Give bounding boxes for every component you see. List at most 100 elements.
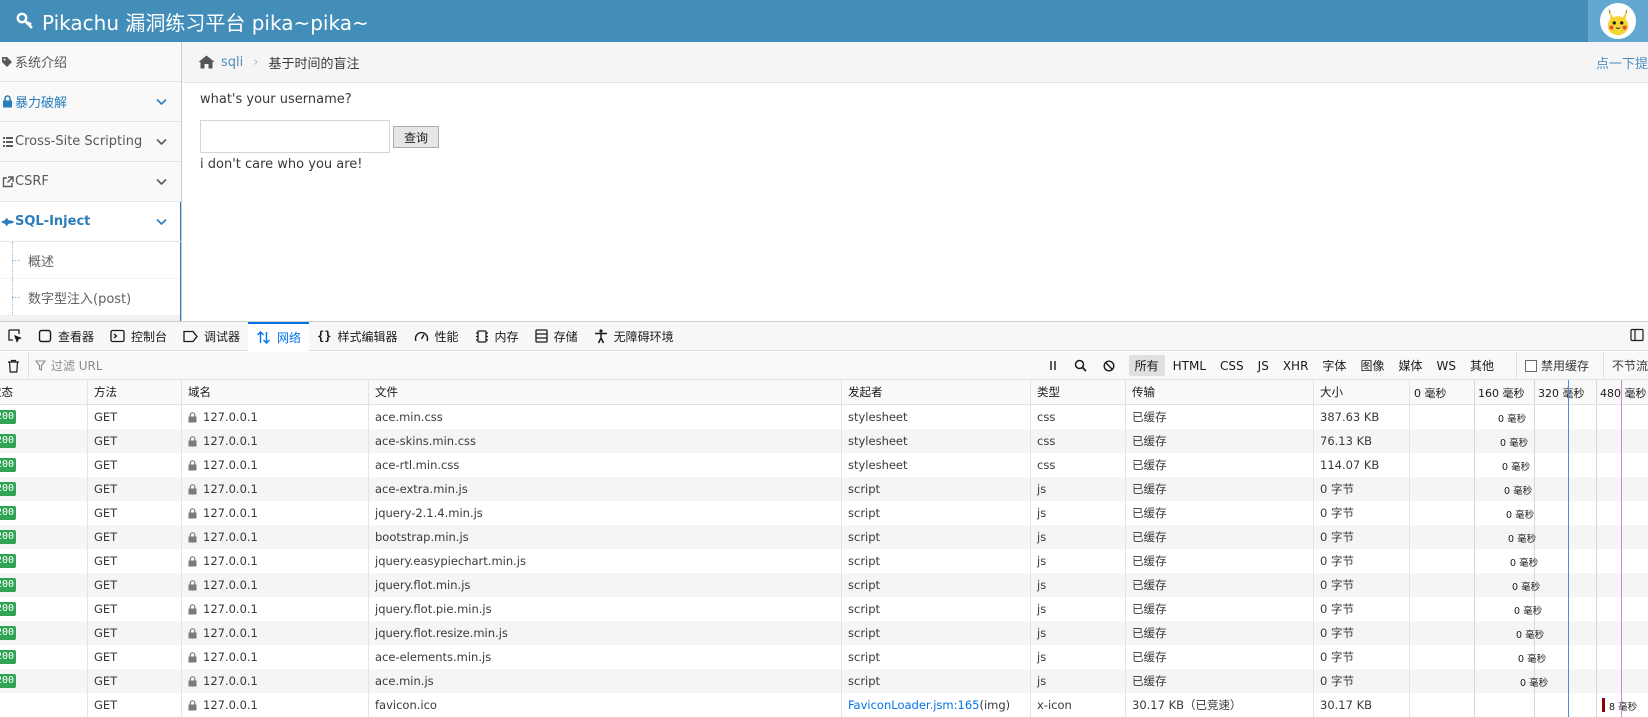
sidebar-subitem-numeric-post[interactable]: 数字型注入(post) [0, 279, 181, 316]
cell-domain: 127.0.0.1 [181, 525, 374, 549]
initiator-text: script [848, 506, 881, 520]
column-file[interactable]: 文件 [368, 380, 846, 404]
table-row[interactable]: 200 GET 127.0.0.1 ace.min.css stylesheet css 已… [0, 405, 1648, 429]
hint-link[interactable]: 点一下提 [1596, 53, 1648, 72]
column-domain[interactable]: 域名 [181, 380, 374, 404]
tab-inspector[interactable]: 查看器 [30, 322, 102, 351]
table-row[interactable]: GET 127.0.0.1 favicon.ico FaviconLoader.jsm… [0, 693, 1648, 717]
table-row[interactable]: 200 GET 127.0.0.1 jquery.flot.min.js script j… [0, 573, 1648, 597]
initiator-text: stylesheet [848, 410, 908, 424]
cell-size: 0 字节 [1313, 573, 1409, 597]
cell-status: 200 [0, 645, 87, 669]
home-icon[interactable] [198, 55, 215, 69]
tab-debugger[interactable]: 调试器 [175, 322, 248, 351]
table-row[interactable]: 200 GET 127.0.0.1 ace-elements.min.js script… [0, 645, 1648, 669]
column-size[interactable]: 大小 [1313, 380, 1409, 404]
table-row[interactable]: 200 GET 127.0.0.1 ace-rtl.min.css stylesheet… [0, 453, 1648, 477]
cell-domain: 127.0.0.1 [181, 405, 374, 429]
breadcrumb-link-sqli[interactable]: sqli [221, 55, 243, 70]
tab-console[interactable]: 控制台 [102, 322, 175, 351]
cell-file: jquery.flot.min.js [368, 573, 846, 597]
search-icon[interactable] [1067, 359, 1095, 372]
status-badge: 200 [0, 554, 17, 568]
method-text: GET [94, 650, 118, 664]
sidebar: 系统介绍 暴力破解 Cross-Site Scripting CSRF SQL-… [0, 42, 182, 321]
method-text: GET [94, 410, 118, 424]
cell-file: jquery.easypiechart.min.js [368, 549, 846, 573]
type-filter-ws[interactable]: WS [1430, 357, 1461, 375]
type-filter-fonts[interactable]: 字体 [1316, 355, 1352, 376]
table-row[interactable]: 200 GET 127.0.0.1 jquery-2.1.4.min.js script… [0, 501, 1648, 525]
key-icon [16, 12, 34, 30]
method-text: GET [94, 674, 118, 688]
tab-storage[interactable]: 存储 [527, 322, 586, 351]
dock-side-icon[interactable] [1630, 328, 1644, 345]
column-status[interactable]: 状态 [0, 380, 87, 404]
disable-cache-checkbox[interactable] [1524, 359, 1537, 372]
table-row[interactable]: 200 GET 127.0.0.1 jquery.easypiechart.min.j… [0, 549, 1648, 573]
throttling-select[interactable]: 不节流 [1602, 351, 1648, 380]
trash-icon[interactable] [0, 351, 29, 380]
tab-label: 无障碍环境 [613, 329, 674, 344]
waterfall-tick-line [1534, 405, 1535, 429]
tab-accessibility[interactable]: 无障碍环境 [586, 322, 682, 351]
table-header: 状态 方法 域名 文件 发起者 类型 传输 大小 0 毫秒 160 毫秒 320… [0, 380, 1648, 405]
type-filter-js[interactable]: JS [1252, 357, 1275, 375]
breadcrumb-current: 基于时间的盲注 [268, 56, 360, 72]
waterfall-time: 0 毫秒 [1500, 438, 1529, 449]
column-initiator[interactable]: 发起者 [841, 380, 1031, 404]
cell-status: 200 [0, 525, 87, 549]
brand[interactable]: Pikachu 漏洞练习平台 pika~pika~ [16, 0, 369, 42]
table-row[interactable]: 200 GET 127.0.0.1 jquery.flot.resize.min.js… [0, 621, 1648, 645]
sidebar-item-csrf[interactable]: CSRF [0, 162, 181, 202]
cell-waterfall: 8 毫秒 [1409, 693, 1648, 717]
table-row[interactable]: 200 GET 127.0.0.1 ace.min.js script js 已缓存 0 字节… [0, 669, 1648, 693]
table-row[interactable]: 200 GET 127.0.0.1 jquery.flot.pie.min.js scr… [0, 597, 1648, 621]
disable-cache-toggle[interactable]: 禁用缓存 [1515, 351, 1589, 380]
waterfall-tick: 320 毫秒 [1538, 387, 1585, 400]
sidebar-subitem-label: 数字型注入(post) [28, 291, 132, 307]
element-picker-button[interactable] [0, 322, 30, 351]
pause-icon[interactable] [1039, 360, 1067, 371]
table-row[interactable]: 200 GET 127.0.0.1 ace-skins.min.css styleshe… [0, 429, 1648, 453]
tab-memory[interactable]: 内存 [467, 322, 527, 351]
tab-network[interactable]: 网络 [248, 321, 310, 351]
domain-text: 127.0.0.1 [203, 626, 258, 640]
query-button[interactable]: 查询 [393, 126, 439, 148]
debugger-icon [183, 330, 198, 343]
waterfall-tick: 480 毫秒 [1600, 387, 1647, 400]
column-waterfall[interactable]: 0 毫秒 160 毫秒 320 毫秒 480 毫秒 [1409, 380, 1648, 404]
status-badge: 200 [0, 578, 17, 592]
type-filter-xhr[interactable]: XHR [1277, 357, 1315, 375]
type-text: js [1037, 530, 1047, 544]
sidebar-item-intro[interactable]: 系统介绍 [0, 42, 181, 82]
tab-style-editor[interactable]: {} 样式编辑器 [309, 322, 405, 351]
user-menu[interactable] [1588, 0, 1648, 42]
filter-url-field[interactable]: 过滤 URL [29, 357, 1039, 374]
cell-method: GET [87, 573, 181, 597]
sidebar-item-bruteforce[interactable]: 暴力破解 [0, 82, 181, 122]
column-type[interactable]: 类型 [1030, 380, 1125, 404]
tab-performance[interactable]: 性能 [406, 322, 467, 351]
sidebar-item-xss[interactable]: Cross-Site Scripting [0, 122, 181, 162]
column-transferred[interactable]: 传输 [1125, 380, 1315, 404]
initiator-link[interactable]: FaviconLoader.jsm:165 [848, 698, 979, 712]
type-filter-all[interactable]: 所有 [1128, 355, 1165, 376]
block-icon[interactable] [1095, 359, 1123, 372]
type-filter-css[interactable]: CSS [1214, 357, 1250, 375]
avatar[interactable] [1600, 3, 1636, 39]
list-icon [0, 136, 15, 148]
type-filter-media[interactable]: 媒体 [1392, 355, 1428, 376]
table-row[interactable]: 200 GET 127.0.0.1 bootstrap.min.js script js 已… [0, 525, 1648, 549]
sidebar-subitem-overview[interactable]: 概述 [0, 242, 181, 279]
username-input[interactable] [200, 120, 390, 153]
cell-type: js [1030, 669, 1125, 693]
type-filter-images[interactable]: 图像 [1354, 355, 1390, 376]
cell-initiator: script [841, 669, 1031, 693]
type-filter-html[interactable]: HTML [1167, 357, 1212, 375]
cell-method: GET [87, 453, 181, 477]
sidebar-item-sqli[interactable]: SQL-Inject [0, 202, 181, 242]
column-method[interactable]: 方法 [87, 380, 181, 404]
table-row[interactable]: 200 GET 127.0.0.1 ace-extra.min.js script js 已… [0, 477, 1648, 501]
type-filter-other[interactable]: 其他 [1464, 355, 1500, 376]
